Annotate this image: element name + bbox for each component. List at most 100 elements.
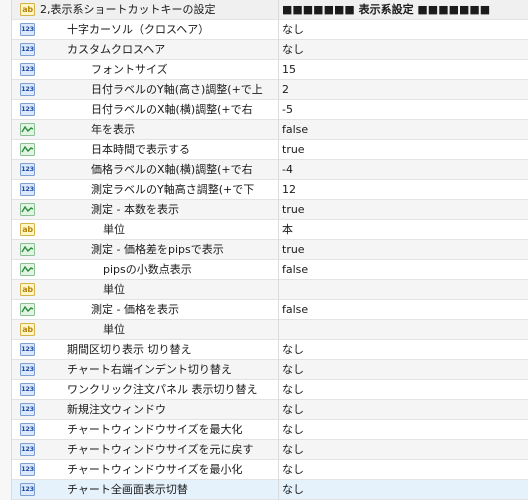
type-icon-label: ab xyxy=(22,225,33,234)
integer-type-icon: 123 xyxy=(20,443,35,456)
property-name: フォントサイズ xyxy=(91,63,168,76)
property-name: 測定 - 価格を表示 xyxy=(91,303,179,316)
property-value[interactable]: 12 xyxy=(282,180,296,200)
property-row[interactable]: 123 新規注文ウィンドウ なし xyxy=(0,400,528,420)
property-value[interactable]: なし xyxy=(282,400,304,420)
type-icon-label: 123 xyxy=(21,45,34,53)
property-value[interactable]: 15 xyxy=(282,60,296,80)
property-name: 測定 - 本数を表示 xyxy=(91,203,179,216)
type-icon-label: 123 xyxy=(21,105,34,113)
integer-type-icon: 123 xyxy=(20,163,35,176)
property-row[interactable]: ab 単位 本 xyxy=(0,220,528,240)
property-value[interactable]: なし xyxy=(282,360,304,380)
property-value[interactable]: 2 xyxy=(282,80,289,100)
property-row[interactable]: 123 チャートウィンドウサイズを最小化 なし xyxy=(0,460,528,480)
property-row[interactable]: 123 日付ラベルのX軸(横)調整(+で右 -5 xyxy=(0,100,528,120)
property-value[interactable]: false xyxy=(282,260,308,280)
row-gutter xyxy=(0,40,12,60)
property-value[interactable]: true xyxy=(282,140,305,160)
column-divider xyxy=(278,300,279,320)
row-gutter xyxy=(0,80,12,100)
column-divider xyxy=(278,340,279,360)
property-name: 単位 xyxy=(103,223,125,236)
boolean-type-icon xyxy=(20,303,35,316)
boolean-type-icon xyxy=(20,263,35,276)
property-value[interactable]: なし xyxy=(282,440,304,460)
row-gutter xyxy=(0,280,12,300)
string-type-icon: ab xyxy=(20,223,35,236)
property-row[interactable]: 年を表示 false xyxy=(0,120,528,140)
column-divider xyxy=(278,400,279,420)
row-gutter xyxy=(0,100,12,120)
property-name: 年を表示 xyxy=(91,123,135,136)
column-divider xyxy=(278,20,279,40)
column-divider xyxy=(278,80,279,100)
column-divider xyxy=(278,0,279,20)
property-row[interactable]: 123 カスタムクロスヘア なし xyxy=(0,40,528,60)
property-value[interactable]: なし xyxy=(282,40,304,60)
property-name: 日付ラベルのY軸(高さ)調整(+で上 xyxy=(91,83,263,96)
property-value[interactable]: なし xyxy=(282,420,304,440)
row-gutter xyxy=(0,180,12,200)
property-row[interactable]: ab 2,表示系ショートカットキーの設定 ■■■■■■■ 表示系設定 ■■■■■■■ xyxy=(0,0,528,20)
row-gutter xyxy=(0,360,12,380)
string-type-icon: ab xyxy=(20,323,35,336)
integer-type-icon: 123 xyxy=(20,83,35,96)
property-name: チャートウィンドウサイズを最大化 xyxy=(67,423,243,436)
property-name: 十字カーソル（クロスヘア） xyxy=(67,23,210,36)
type-icon-label: 123 xyxy=(21,425,34,433)
column-divider xyxy=(278,240,279,260)
row-gutter xyxy=(0,240,12,260)
property-row[interactable]: 123 チャートウィンドウサイズを元に戻す なし xyxy=(0,440,528,460)
property-row[interactable]: 123 チャート全画面表示切替 なし xyxy=(0,480,528,500)
property-name: 期間区切り表示 切り替え xyxy=(67,343,192,356)
row-gutter xyxy=(0,300,12,320)
property-row[interactable]: 123 価格ラベルのX軸(横)調整(+で右 -4 xyxy=(0,160,528,180)
property-row[interactable]: 日本時間で表示する true xyxy=(0,140,528,160)
property-row[interactable]: 123 チャートウィンドウサイズを最大化 なし xyxy=(0,420,528,440)
property-row[interactable]: 123 日付ラベルのY軸(高さ)調整(+で上 2 xyxy=(0,80,528,100)
property-name: pipsの小数点表示 xyxy=(103,263,192,276)
property-row[interactable]: 123 十字カーソル（クロスヘア） なし xyxy=(0,20,528,40)
property-row[interactable]: ab 単位 xyxy=(0,280,528,300)
property-value[interactable]: true xyxy=(282,200,305,220)
property-value[interactable]: false xyxy=(282,120,308,140)
property-value[interactable]: なし xyxy=(282,460,304,480)
property-row[interactable]: 測定 - 価格を表示 false xyxy=(0,300,528,320)
column-divider xyxy=(278,380,279,400)
property-value[interactable]: なし xyxy=(282,20,304,40)
property-value[interactable]: ■■■■■■■ 表示系設定 ■■■■■■■ xyxy=(282,0,490,20)
property-value[interactable]: -5 xyxy=(282,100,293,120)
property-value[interactable]: なし xyxy=(282,480,304,500)
integer-type-icon: 123 xyxy=(20,63,35,76)
property-row[interactable]: 123 期間区切り表示 切り替え なし xyxy=(0,340,528,360)
property-name: 測定 - 価格差をpipsで表示 xyxy=(91,243,224,256)
property-name: カスタムクロスヘア xyxy=(67,43,166,56)
type-icon-label: ab xyxy=(22,325,33,334)
property-row[interactable]: 123 ワンクリック注文パネル 表示切り替え なし xyxy=(0,380,528,400)
property-name: ワンクリック注文パネル 表示切り替え xyxy=(67,383,258,396)
property-row[interactable]: 123 フォントサイズ 15 xyxy=(0,60,528,80)
property-value[interactable]: -4 xyxy=(282,160,293,180)
column-divider xyxy=(278,220,279,240)
type-icon-label: 123 xyxy=(21,465,34,473)
row-gutter xyxy=(0,60,12,80)
column-divider xyxy=(278,120,279,140)
property-value[interactable]: false xyxy=(282,300,308,320)
property-name: チャートウィンドウサイズを元に戻す xyxy=(67,443,254,456)
property-value[interactable]: true xyxy=(282,240,305,260)
integer-type-icon: 123 xyxy=(20,343,35,356)
property-row[interactable]: 測定 - 価格差をpipsで表示 true xyxy=(0,240,528,260)
integer-type-icon: 123 xyxy=(20,383,35,396)
property-row[interactable]: pipsの小数点表示 false xyxy=(0,260,528,280)
property-value[interactable]: なし xyxy=(282,340,304,360)
property-value[interactable]: なし xyxy=(282,380,304,400)
property-value[interactable]: 本 xyxy=(282,220,293,240)
property-row[interactable]: 123 チャート右端インデント切り替え なし xyxy=(0,360,528,380)
row-gutter xyxy=(0,400,12,420)
property-row[interactable]: ab 単位 xyxy=(0,320,528,340)
column-divider xyxy=(278,180,279,200)
property-row[interactable]: 測定 - 本数を表示 true xyxy=(0,200,528,220)
property-name: チャート右端インデント切り替え xyxy=(67,363,232,376)
property-row[interactable]: 123 測定ラベルのY軸高さ調整(+で下 12 xyxy=(0,180,528,200)
